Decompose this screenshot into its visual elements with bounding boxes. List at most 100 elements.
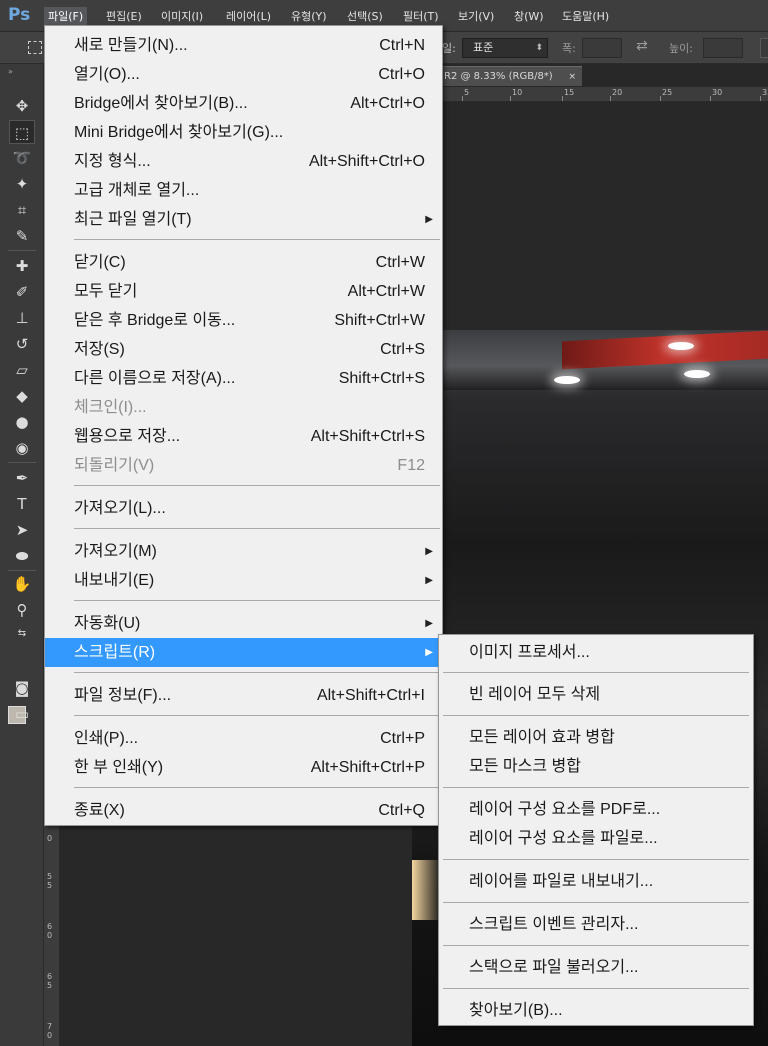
menu-separator (74, 239, 440, 240)
menu-type[interactable]: 유형(Y) (287, 7, 331, 27)
menu-item-open-recent[interactable]: 최근 파일 열기(T) ▶ (45, 205, 442, 234)
refine-edge-button[interactable] (760, 38, 768, 58)
menu-layer[interactable]: 레이어(L) (222, 7, 275, 27)
tool-divider (8, 570, 36, 571)
eraser-tool-icon[interactable]: ▱ (9, 358, 35, 382)
menu-item-label: Mini Bridge에서 찾아보기(G)... (74, 124, 284, 141)
menu-item-save-as[interactable]: 다른 이름으로 저장(A)... Shift+Ctrl+S (45, 364, 442, 393)
height-field[interactable] (703, 38, 743, 58)
menu-item-label: 최근 파일 열기(T) (74, 211, 192, 228)
menu-item-label: 지정 형식... (74, 153, 151, 170)
submenu-item-export-layers-to-files[interactable]: 레이어를 파일로 내보내기... (439, 867, 753, 896)
menu-view[interactable]: 보기(V) (454, 7, 498, 27)
submenu-item-label: 모든 마스크 병합 (469, 758, 581, 775)
menu-item-place[interactable]: 가져오기(L)... (45, 494, 442, 523)
clone-stamp-tool-icon[interactable]: ⊥ (9, 306, 35, 330)
hand-tool-icon[interactable]: ✋ (9, 572, 35, 596)
menu-item-open[interactable]: 열기(O)... Ctrl+O (45, 60, 442, 89)
path-selection-tool-icon[interactable]: ➤ (9, 518, 35, 542)
eyedropper-tool-icon[interactable]: ✎ (9, 224, 35, 248)
submenu-arrow-icon: ▶ (425, 546, 433, 557)
submenu-item-comps-to-pdf[interactable]: 레이어 구성 요소를 PDF로... (439, 795, 753, 824)
swap-icon[interactable]: ⇄ (636, 38, 648, 54)
menu-window[interactable]: 창(W) (510, 7, 548, 27)
menu-select[interactable]: 선택(S) (343, 7, 387, 27)
menu-item-save[interactable]: 저장(S) Ctrl+S (45, 335, 442, 364)
menu-item-save-for-web[interactable]: 웹용으로 저장... Alt+Shift+Ctrl+S (45, 422, 442, 451)
blur-tool-icon[interactable]: ● (9, 410, 35, 434)
menu-help[interactable]: 도움말(H) (558, 7, 613, 27)
menu-item-import[interactable]: 가져오기(M) ▶ (45, 537, 442, 566)
menu-item-scripts[interactable]: 스크립트(R) ▶ (45, 638, 442, 667)
menu-item-label: 체크인(I)... (74, 399, 147, 416)
submenu-item-label: 스크립트 이벤트 관리자... (469, 916, 639, 933)
submenu-item-image-processor[interactable]: 이미지 프로세서... (439, 638, 753, 667)
width-label: 폭: (562, 42, 576, 55)
menu-separator (74, 528, 440, 529)
submenu-item-flatten-layer-effects[interactable]: 모든 레이어 효과 병합 (439, 723, 753, 752)
file-menu: 새로 만들기(N)... Ctrl+N 열기(O)... Ctrl+O Brid… (44, 25, 443, 826)
submenu-item-load-files-into-stack[interactable]: 스택으로 파일 불러오기... (439, 953, 753, 982)
document-tab[interactable]: R2 @ 8.33% (RGB/8*) × (440, 66, 582, 86)
ellipse-tool-icon[interactable]: ⬬ (9, 544, 35, 568)
document-tab-title: R2 @ 8.33% (RGB/8*) (444, 71, 553, 82)
rect-marquee-tool-icon[interactable]: ⬚ (9, 120, 35, 144)
menu-item-automate[interactable]: 자동화(U) ▶ (45, 609, 442, 638)
menu-item-open-smart-object[interactable]: 고급 개체로 열기... (45, 176, 442, 205)
quick-mask-icon[interactable]: ◙ (9, 676, 35, 700)
menu-item-label: Bridge에서 찾아보기(B)... (74, 95, 248, 112)
ruler-tick (760, 96, 761, 101)
submenu-item-delete-empty-layers[interactable]: 빈 레이어 모두 삭제 (439, 680, 753, 709)
paint-bucket-tool-icon[interactable]: ◆ (9, 384, 35, 408)
menu-item-label: 가져오기(M) (74, 543, 157, 560)
magic-wand-tool-icon[interactable]: ✦ (9, 172, 35, 196)
dodge-tool-icon[interactable]: ◉ (9, 436, 35, 460)
menu-item-close-all[interactable]: 모두 닫기 Alt+Ctrl+W (45, 277, 442, 306)
menu-item-print[interactable]: 인쇄(P)... Ctrl+P (45, 724, 442, 753)
menu-item-file-info[interactable]: 파일 정보(F)... Alt+Shift+Ctrl+I (45, 681, 442, 710)
lasso-tool-icon[interactable]: ➰ (9, 146, 35, 170)
history-brush-tool-icon[interactable]: ↺ (9, 332, 35, 356)
menu-item-close-go-bridge[interactable]: 닫은 후 Bridge로 이동... Shift+Ctrl+W (45, 306, 442, 335)
submenu-item-comps-to-files[interactable]: 레이어 구성 요소를 파일로... (439, 824, 753, 853)
submenu-item-flatten-masks[interactable]: 모든 마스크 병합 (439, 752, 753, 781)
menu-item-new[interactable]: 새로 만들기(N)... Ctrl+N (45, 31, 442, 60)
screen-mode-icon[interactable]: ▭ (9, 702, 35, 726)
menu-item-label: 고급 개체로 열기... (74, 182, 200, 199)
menu-item-browse-bridge[interactable]: Bridge에서 찾아보기(B)... Alt+Ctrl+O (45, 89, 442, 118)
menu-item-label: 자동화(U) (74, 615, 141, 632)
ruler-label: 0 (47, 834, 53, 843)
zoom-tool-icon[interactable]: ⚲ (9, 598, 35, 622)
submenu-arrow-icon: ▶ (425, 214, 433, 225)
marquee-preset-icon[interactable] (28, 41, 42, 54)
menu-item-label: 스크립트(R) (74, 644, 156, 661)
menu-item-exit[interactable]: 종료(X) Ctrl+Q (45, 796, 442, 825)
collapse-icon[interactable]: » (8, 67, 13, 76)
crop-tool-icon[interactable]: ⌗ (9, 198, 35, 222)
menu-item-browse-mini-bridge[interactable]: Mini Bridge에서 찾아보기(G)... (45, 118, 442, 147)
menu-item-export[interactable]: 내보내기(E) ▶ (45, 566, 442, 595)
move-tool-icon[interactable]: ✥ (9, 94, 35, 118)
style-select[interactable]: 표준 ⬍ (462, 38, 548, 58)
menu-image[interactable]: 이미지(I) (157, 7, 207, 27)
menu-filter[interactable]: 필터(T) (399, 7, 443, 27)
ruler-label: 35 (762, 88, 768, 97)
menu-item-print-one-copy[interactable]: 한 부 인쇄(Y) Alt+Shift+Ctrl+P (45, 753, 442, 782)
menu-separator (443, 902, 749, 903)
menu-edit[interactable]: 편집(E) (102, 7, 146, 27)
menu-item-label: 닫기(C) (74, 254, 126, 271)
submenu-item-browse[interactable]: 찾아보기(B)... (439, 996, 753, 1025)
menu-item-close[interactable]: 닫기(C) Ctrl+W (45, 248, 442, 277)
menu-file[interactable]: 파일(F) (44, 7, 88, 27)
ruler-tick (562, 96, 563, 101)
submenu-item-script-events-manager[interactable]: 스크립트 이벤트 관리자... (439, 910, 753, 939)
width-field[interactable] (582, 38, 622, 58)
menu-item-open-as[interactable]: 지정 형식... Alt+Shift+Ctrl+O (45, 147, 442, 176)
menu-item-label: 닫은 후 Bridge로 이동... (74, 312, 236, 329)
swap-colors-icon[interactable]: ⇆ (9, 622, 35, 646)
close-icon[interactable]: × (568, 67, 576, 87)
healing-brush-tool-icon[interactable]: ✚ (9, 254, 35, 278)
brush-tool-icon[interactable]: ✐ (9, 280, 35, 304)
type-tool-icon[interactable]: T (9, 492, 35, 516)
pen-tool-icon[interactable]: ✒ (9, 466, 35, 490)
